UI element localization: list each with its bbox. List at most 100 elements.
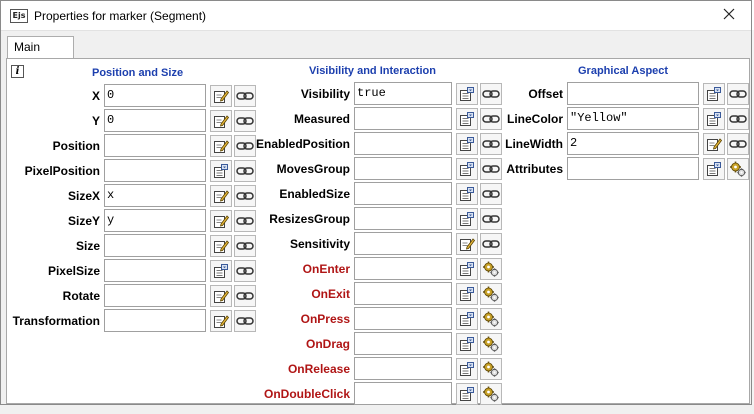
action-editor-button[interactable] — [727, 158, 749, 180]
gears-icon — [730, 161, 746, 177]
link-variable-button[interactable] — [480, 183, 502, 205]
choose-value-button[interactable] — [456, 283, 478, 305]
choose-value-button[interactable] — [703, 158, 725, 180]
gears-icon — [483, 361, 499, 377]
property-label: Offset — [528, 87, 563, 101]
property-label: OnEnter — [302, 262, 350, 276]
close-icon — [723, 8, 735, 20]
property-label: OnPress — [300, 312, 350, 326]
property-label: OnDoubleClick — [263, 387, 350, 401]
link-icon — [729, 140, 747, 148]
property-value-field[interactable]: 2 — [567, 132, 699, 155]
property-value-field[interactable] — [354, 232, 452, 255]
link-icon — [729, 90, 747, 98]
link-variable-button[interactable] — [727, 133, 749, 155]
pencil-edit-icon — [460, 238, 475, 251]
action-editor-button[interactable] — [480, 258, 502, 280]
link-variable-button[interactable] — [727, 108, 749, 130]
title-bar: Ejs Properties for marker (Segment) — [1, 1, 751, 31]
choose-value-button[interactable] — [703, 83, 725, 105]
choice-list-icon — [460, 387, 474, 401]
link-icon — [482, 215, 500, 223]
property-label: OnExit — [311, 287, 350, 301]
property-row-offset: Offset — [7, 82, 751, 107]
choose-value-button[interactable] — [456, 358, 478, 380]
property-value-field[interactable] — [567, 82, 699, 105]
property-label: LineWidth — [505, 137, 563, 151]
property-label: EnabledSize — [279, 187, 350, 201]
action-editor-button[interactable] — [480, 383, 502, 405]
property-label: OnRelease — [287, 362, 350, 376]
choice-list-icon — [460, 362, 474, 376]
property-value-field[interactable] — [354, 382, 452, 405]
property-row-onpress: OnPress — [7, 307, 751, 332]
gears-icon — [483, 311, 499, 327]
property-label: OnDrag — [305, 337, 350, 351]
action-editor-button[interactable] — [480, 308, 502, 330]
choose-value-button[interactable] — [456, 258, 478, 280]
link-variable-button[interactable] — [480, 233, 502, 255]
property-value-field[interactable] — [567, 157, 699, 180]
action-editor-button[interactable] — [480, 283, 502, 305]
close-button[interactable] — [707, 1, 751, 31]
link-variable-button[interactable] — [480, 208, 502, 230]
property-row-onrelease: OnRelease — [7, 357, 751, 382]
heading-position-and-size: Position and Size — [92, 67, 184, 79]
property-label: Attributes — [506, 162, 563, 176]
link-icon — [729, 115, 747, 123]
choice-list-icon — [460, 287, 474, 301]
property-value-field[interactable] — [354, 207, 452, 230]
gears-icon — [483, 336, 499, 352]
choose-value-button[interactable] — [456, 183, 478, 205]
choice-list-icon — [460, 337, 474, 351]
properties-panel: i Position and Size Visibility and Inter… — [6, 58, 751, 407]
property-row-attributes: Attributes — [7, 157, 751, 182]
property-row-onenter: OnEnter — [7, 257, 751, 282]
property-value-field[interactable] — [354, 257, 452, 280]
property-label: Sensitivity — [289, 237, 350, 251]
edit-value-button[interactable] — [456, 233, 478, 255]
choose-value-button[interactable] — [456, 383, 478, 405]
ejs-app-icon: Ejs — [10, 9, 28, 23]
choice-list-icon — [707, 87, 721, 101]
property-value-field[interactable]: "Yellow" — [567, 107, 699, 130]
tab-main-properties[interactable]: Main properties — [7, 36, 75, 75]
property-value-field[interactable] — [354, 282, 452, 305]
property-row-linewidth: LineWidth 2 — [7, 132, 751, 157]
property-row-enabledsize: EnabledSize — [7, 182, 751, 207]
action-editor-button[interactable] — [480, 333, 502, 355]
properties-dialog: Ejs Properties for marker (Segment) Main… — [0, 0, 752, 405]
choice-list-icon — [707, 112, 721, 126]
choice-list-icon — [460, 187, 474, 201]
property-label: LineColor — [507, 112, 563, 126]
gears-icon — [483, 386, 499, 402]
link-icon — [482, 240, 500, 248]
property-row-sensitivity: Sensitivity — [7, 232, 751, 257]
choice-list-icon — [460, 312, 474, 326]
property-value-field[interactable] — [354, 307, 452, 330]
choose-value-button[interactable] — [456, 333, 478, 355]
choose-value-button[interactable] — [703, 108, 725, 130]
property-label: ResizesGroup — [269, 212, 350, 226]
link-icon — [482, 190, 500, 198]
edit-value-button[interactable] — [703, 133, 725, 155]
property-row-linecolor: LineColor "Yellow" — [7, 107, 751, 132]
property-row-ondoubleclick: OnDoubleClick — [7, 382, 751, 407]
property-value-field[interactable] — [354, 357, 452, 380]
gears-icon — [483, 286, 499, 302]
property-row-ondrag: OnDrag — [7, 332, 751, 357]
choose-value-button[interactable] — [456, 208, 478, 230]
choice-list-icon — [707, 162, 721, 176]
property-value-field[interactable] — [354, 182, 452, 205]
gears-icon — [483, 261, 499, 277]
info-icon[interactable]: i — [11, 65, 24, 78]
action-editor-button[interactable] — [480, 358, 502, 380]
link-variable-button[interactable] — [727, 83, 749, 105]
property-value-field[interactable] — [354, 332, 452, 355]
property-row-resizesgroup: ResizesGroup — [7, 207, 751, 232]
choice-list-icon — [460, 212, 474, 226]
property-row-onexit: OnExit — [7, 282, 751, 307]
choose-value-button[interactable] — [456, 308, 478, 330]
heading-graphical-aspect: Graphical Aspect — [578, 65, 669, 77]
window-title: Properties for marker (Segment) — [34, 9, 207, 23]
